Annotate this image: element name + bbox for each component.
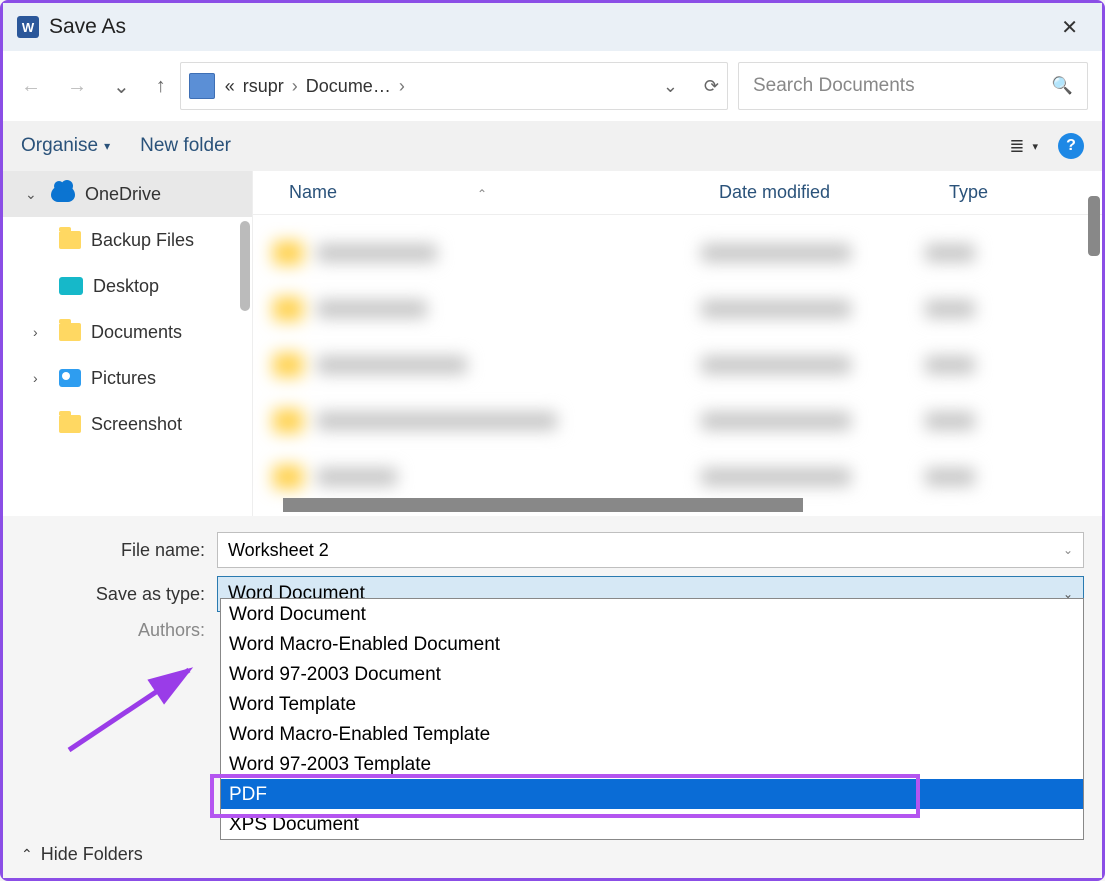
view-options-button[interactable]: ≣ <box>1009 136 1024 157</box>
address-seg-1[interactable]: rsupr <box>243 76 284 97</box>
address-prefix: « <box>225 76 235 97</box>
type-option[interactable]: Word 97-2003 Document <box>221 659 1083 689</box>
tree-node-desktop[interactable]: Desktop <box>3 263 252 309</box>
filename-label: File name: <box>21 540 211 561</box>
tree-scrollbar[interactable] <box>240 221 250 311</box>
main-content: ⌄ OneDrive Backup Files Desktop › Docume… <box>3 171 1102 516</box>
type-option[interactable]: Word Macro-Enabled Template <box>221 719 1083 749</box>
vertical-scrollbar[interactable] <box>1088 196 1100 256</box>
folder-icon <box>59 323 81 341</box>
annotation-arrow <box>61 664 201 754</box>
up-button[interactable]: ↑ <box>152 71 170 102</box>
authors-label: Authors: <box>21 620 211 641</box>
column-headers: Name⌃ Date modified Type <box>253 171 1102 215</box>
tree-node-pictures[interactable]: › Pictures <box>3 355 252 401</box>
folder-icon <box>59 415 81 433</box>
chevron-right-icon[interactable]: › <box>33 324 49 340</box>
recent-locations-button[interactable]: ⌄ <box>109 70 134 103</box>
type-option[interactable]: Word Macro-Enabled Document <box>221 629 1083 659</box>
back-button[interactable]: ← <box>17 71 45 102</box>
sort-indicator-icon: ⌃ <box>477 187 487 201</box>
savetype-label: Save as type: <box>21 584 211 605</box>
tree-node-onedrive[interactable]: ⌄ OneDrive <box>3 171 252 217</box>
type-option[interactable]: Word Template <box>221 689 1083 719</box>
address-seg-2[interactable]: Docume… <box>306 76 391 97</box>
column-date[interactable]: Date modified <box>719 182 949 203</box>
address-history-button[interactable]: ⌄ <box>663 76 678 97</box>
chevron-up-icon: ⌃ <box>21 846 33 863</box>
location-icon <box>189 73 215 99</box>
filename-input[interactable]: Worksheet 2 ⌄ <box>217 532 1084 568</box>
toolbar: Organise▾ New folder ≣ ▾ ? <box>3 121 1102 171</box>
search-input[interactable]: Search Documents 🔍 <box>738 62 1088 110</box>
column-type[interactable]: Type <box>949 182 1102 203</box>
chevron-right-icon[interactable]: › <box>292 76 298 97</box>
type-option[interactable]: Word 97-2003 Template <box>221 749 1083 779</box>
pictures-icon <box>59 369 81 387</box>
search-placeholder: Search Documents <box>753 75 915 97</box>
folder-icon <box>59 231 81 249</box>
close-button[interactable]: ✕ <box>1051 9 1088 46</box>
column-name[interactable]: Name⌃ <box>289 182 719 203</box>
new-folder-button[interactable]: New folder <box>140 135 231 157</box>
tree-node-backup[interactable]: Backup Files <box>3 217 252 263</box>
type-option[interactable]: Word Document <box>221 599 1083 629</box>
type-option[interactable]: XPS Document <box>221 809 1083 839</box>
file-rows-blurred <box>253 215 1102 516</box>
title-bar: W Save As ✕ <box>3 3 1102 51</box>
chevron-right-icon[interactable]: › <box>399 76 405 97</box>
address-bar[interactable]: « rsupr › Docume… › ⌄ ⟳ <box>180 62 728 110</box>
word-app-icon: W <box>17 16 39 38</box>
tree-node-screenshot[interactable]: Screenshot <box>3 401 252 447</box>
onedrive-icon <box>51 186 75 202</box>
savetype-dropdown-list: Word Document Word Macro-Enabled Documen… <box>220 598 1084 840</box>
organise-menu[interactable]: Organise▾ <box>21 135 110 157</box>
search-icon: 🔍 <box>1052 76 1073 96</box>
refresh-button[interactable]: ⟳ <box>704 76 719 97</box>
chevron-down-icon[interactable]: ⌄ <box>1063 543 1073 557</box>
save-fields-panel: File name: Worksheet 2 ⌄ Save as type: W… <box>3 516 1102 659</box>
file-list: Name⌃ Date modified Type <box>253 171 1102 516</box>
tree-node-documents[interactable]: › Documents <box>3 309 252 355</box>
chevron-right-icon[interactable]: › <box>33 370 49 386</box>
forward-button[interactable]: → <box>63 71 91 102</box>
window-title: Save As <box>49 15 126 39</box>
hide-folders-button[interactable]: Hide Folders <box>41 844 143 865</box>
horizontal-scrollbar[interactable] <box>283 498 803 512</box>
desktop-icon <box>59 277 83 295</box>
nav-bar: ← → ⌄ ↑ « rsupr › Docume… › ⌄ ⟳ Search D… <box>3 51 1102 121</box>
folder-tree: ⌄ OneDrive Backup Files Desktop › Docume… <box>3 171 253 516</box>
help-button[interactable]: ? <box>1058 133 1084 159</box>
type-option-pdf[interactable]: PDF <box>221 779 1083 809</box>
chevron-down-icon[interactable]: ⌄ <box>25 186 41 203</box>
view-options-dropdown[interactable]: ▾ <box>1032 140 1038 153</box>
